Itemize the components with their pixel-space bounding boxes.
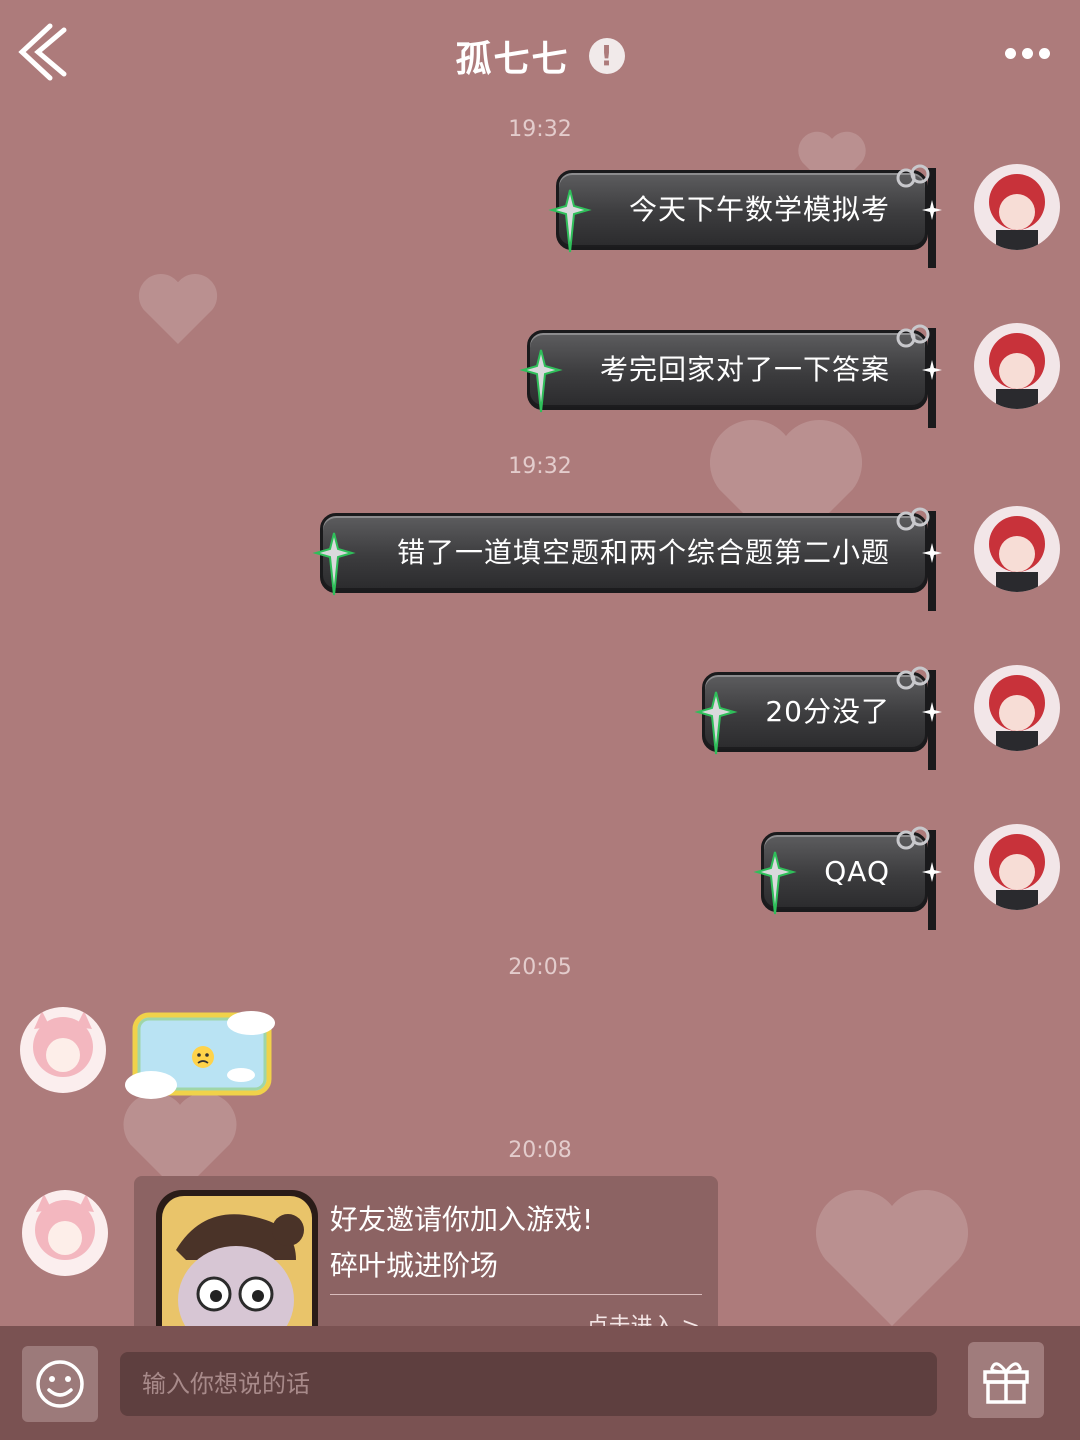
title-wrap: 孤七七 ! (0, 30, 1080, 82)
cross-ornament-icon (694, 691, 738, 755)
ellipsis-icon (1002, 44, 1053, 63)
cross-ornament-icon (519, 349, 563, 413)
message-input[interactable] (120, 1352, 937, 1416)
friend-avatar[interactable] (22, 1190, 108, 1276)
message-text: QAQ (824, 855, 890, 888)
card-title-line1: 好友邀请你加入游戏! (330, 1203, 594, 1236)
worried-face-cloud-sticker[interactable] (125, 1005, 280, 1105)
card-divider (330, 1294, 702, 1295)
timestamp: 20:05 (508, 955, 572, 980)
exclamation-icon[interactable]: ! (588, 38, 625, 74)
gift-button[interactable] (968, 1342, 1044, 1418)
timestamp: 19:32 (508, 454, 572, 479)
my-avatar[interactable] (974, 164, 1060, 250)
message-bubble[interactable]: 考完回家对了一下答案 (519, 324, 948, 428)
card-title-line2: 碎叶城进阶场 (330, 1249, 499, 1282)
message-bubble[interactable]: QAQ (753, 826, 948, 930)
heart-decoration-icon (138, 274, 218, 344)
chat-header: 孤七七 ! (0, 0, 1080, 115)
my-avatar[interactable] (974, 665, 1060, 751)
friend-avatar[interactable] (20, 1007, 106, 1093)
smiley-icon (36, 1360, 84, 1408)
gift-icon (983, 1362, 1029, 1404)
cross-ornament-icon (548, 189, 592, 253)
my-avatar[interactable] (974, 506, 1060, 592)
message-bubble[interactable]: 20分没了 (694, 666, 948, 770)
my-avatar[interactable] (974, 824, 1060, 910)
message-bubble[interactable]: 错了一道填空题和两个综合题第二小题 (312, 507, 948, 611)
message-bubble[interactable]: 今天下午数学模拟考 (548, 164, 948, 268)
chat-title: 孤七七 (455, 39, 570, 80)
more-options-button[interactable] (1002, 44, 1058, 72)
heart-decoration-icon (815, 1189, 969, 1326)
timestamp: 20:08 (508, 1138, 572, 1163)
cross-ornament-icon (312, 532, 356, 596)
input-bar (0, 1326, 1080, 1440)
cross-ornament-icon (753, 851, 797, 915)
timestamp: 19:32 (508, 117, 572, 140)
message-text: 20分没了 (765, 695, 890, 728)
my-avatar[interactable] (974, 323, 1060, 409)
emoji-button[interactable] (22, 1346, 98, 1422)
message-text: 今天下午数学模拟考 (628, 193, 890, 226)
message-text: 错了一道填空题和两个综合题第二小题 (396, 536, 890, 569)
message-text: 考完回家对了一下答案 (599, 353, 890, 386)
